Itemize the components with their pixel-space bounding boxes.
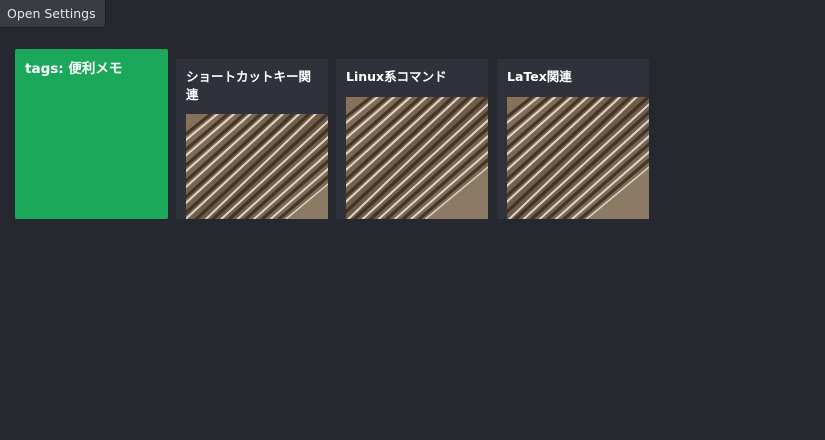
tag-card-title: tags: 便利メモ bbox=[25, 61, 123, 77]
app-root: Open Settings tags: 便利メモ ショートカットキー関連 Lin… bbox=[0, 0, 825, 440]
note-card-shortcut-keys[interactable]: ショートカットキー関連 bbox=[176, 59, 328, 219]
note-card-linux-commands[interactable]: Linux系コマンド bbox=[336, 59, 488, 219]
note-card-title: ショートカットキー関連 bbox=[186, 69, 312, 102]
open-settings-button[interactable]: Open Settings bbox=[0, 0, 106, 28]
note-card-title: LaTex関連 bbox=[507, 69, 572, 84]
note-card-latex[interactable]: LaTex関連 bbox=[497, 59, 649, 219]
note-thumbnail-image bbox=[346, 97, 488, 219]
note-thumbnail-image bbox=[186, 114, 328, 219]
tag-card-benri-memo[interactable]: tags: 便利メモ bbox=[15, 49, 168, 219]
note-card-title: Linux系コマンド bbox=[346, 69, 447, 84]
note-thumbnail-image bbox=[507, 97, 649, 219]
